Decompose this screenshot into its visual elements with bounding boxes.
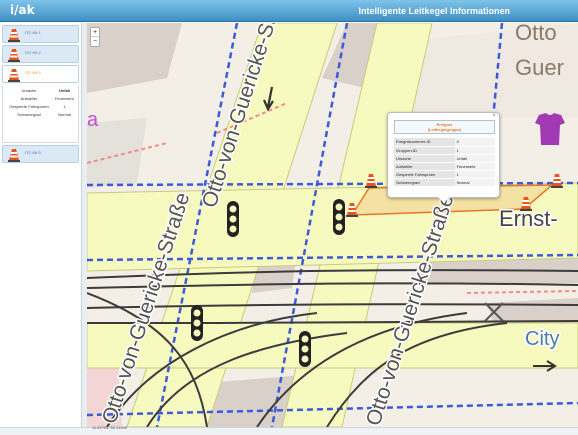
table-row: Aufsteller Feuerwehr: [394, 162, 495, 171]
building: [87, 23, 182, 93]
detail-value: Normal: [58, 112, 71, 117]
sidebar-item-kit-3-selected[interactable]: ITC Kit 3: [2, 65, 79, 83]
traffic-cone-icon: [8, 69, 20, 82]
event-popup: × Ereignis (Leitkegelgruppe) Ereignisnum…: [387, 112, 500, 203]
event-details: Ursache Unfall Aufsteller Feuerwehr Gesp…: [2, 85, 79, 143]
sidebar-item-label: ITC Kit 2: [25, 50, 41, 55]
traffic-cone-marker[interactable]: [551, 174, 563, 188]
footpath: [466, 290, 578, 294]
zoom-control: + −: [90, 27, 100, 47]
detail-value: Unfall: [58, 88, 71, 93]
traffic-light-icon: [299, 331, 311, 367]
table-row: Gesperrte Fahrspuren 1: [394, 170, 495, 179]
detail-key: Schweregrad: [17, 112, 41, 117]
sidebar-item-label: ITC Kit 3: [25, 150, 41, 155]
footer-bar: [0, 427, 578, 435]
table-row: Schweregrad Normal: [394, 178, 495, 187]
detail-value: 1: [63, 104, 66, 109]
place-label: Guer: [515, 55, 564, 80]
street-label: Ernst-: [499, 206, 558, 231]
traffic-light-icon: [333, 199, 345, 235]
traffic-cone-icon: [8, 149, 20, 162]
popup-title: Ereignis (Leitkegelgruppe): [394, 120, 495, 134]
sidebar-item-kit-1[interactable]: ITC Kit 1: [2, 25, 79, 43]
popup-key: Schweregrad: [394, 178, 455, 187]
popup-value: Normal: [454, 178, 495, 187]
popup-table: Ereignisnummer-ID 0 Gruppen-ID 1 Ursache Un…: [394, 138, 495, 187]
sidebar-item-label: ITC Kit 3: [25, 70, 41, 75]
traffic-light-icon: [227, 201, 239, 237]
clothes-shop-icon: [535, 113, 565, 145]
traffic-cone-icon: [8, 29, 20, 42]
zoom-out-button[interactable]: −: [91, 37, 99, 46]
detail-row: Ursache Unfall: [5, 88, 76, 94]
map-view[interactable]: Otto-von-Guericke-Straße Otto-von-Gueric…: [87, 23, 578, 427]
detail-key: Ursache: [21, 88, 37, 93]
place-label: Otto: [515, 23, 557, 45]
map-canvas: Otto-von-Guericke-Straße Otto-von-Gueric…: [87, 23, 578, 427]
popup-value: 1: [454, 146, 495, 155]
popup-key: Gesperrte Fahrspuren: [394, 170, 455, 179]
table-row: Ereignisnummer-ID 0: [394, 138, 495, 147]
road: [87, 322, 578, 369]
detail-value: Feuerwehr: [54, 96, 75, 101]
traffic-cone-icon: [8, 49, 20, 62]
app-title: Intelligente Leitkegel Informationen: [358, 6, 510, 16]
detail-row: Schweregrad Normal: [5, 112, 76, 118]
detail-row: Aufsteller Feuerwehr: [5, 96, 76, 102]
popup-key: Gruppen-ID: [394, 146, 455, 155]
popup-value: 0: [454, 138, 495, 147]
popup-value: Feuerwehr: [454, 162, 495, 171]
app-header: i/ak Intelligente Leitkegel Informatione…: [0, 0, 578, 22]
sidebar: ITC Kit 1 ITC Kit 2 ITC Kit 3 Ursache Un…: [0, 23, 82, 427]
coordinate-readout: 11.62753, 52.11439: [92, 425, 127, 430]
table-row: Ursache Unfall: [394, 154, 495, 163]
detail-key: Aufsteller: [20, 96, 38, 101]
popup-value: Unfall: [454, 154, 495, 163]
sidebar-item-kit-3[interactable]: ITC Kit 3: [2, 145, 79, 163]
place-label: City: [525, 328, 559, 350]
popup-value: 1: [454, 170, 495, 179]
sidebar-item-kit-2[interactable]: ITC Kit 2: [2, 45, 79, 63]
popup-key: Ursache: [394, 154, 455, 163]
zoom-in-button[interactable]: +: [91, 28, 99, 37]
table-row: Gruppen-ID 1: [394, 146, 495, 155]
sidebar-item-label: ITC Kit 1: [25, 30, 41, 35]
close-icon[interactable]: ×: [492, 113, 496, 119]
detail-row: Gesperrte Fahrspuren 1: [5, 104, 76, 110]
app-logo: i/ak: [10, 3, 35, 17]
popup-key: Aufsteller: [394, 162, 455, 171]
traffic-light-icon: [191, 305, 203, 341]
popup-key: Ereignisnummer-ID: [394, 138, 455, 147]
popup-subtitle-line: (Leitkegelgruppe): [427, 127, 462, 132]
place-label: a: [87, 109, 99, 131]
detail-key: Gesperrte Fahrspuren: [9, 104, 49, 109]
